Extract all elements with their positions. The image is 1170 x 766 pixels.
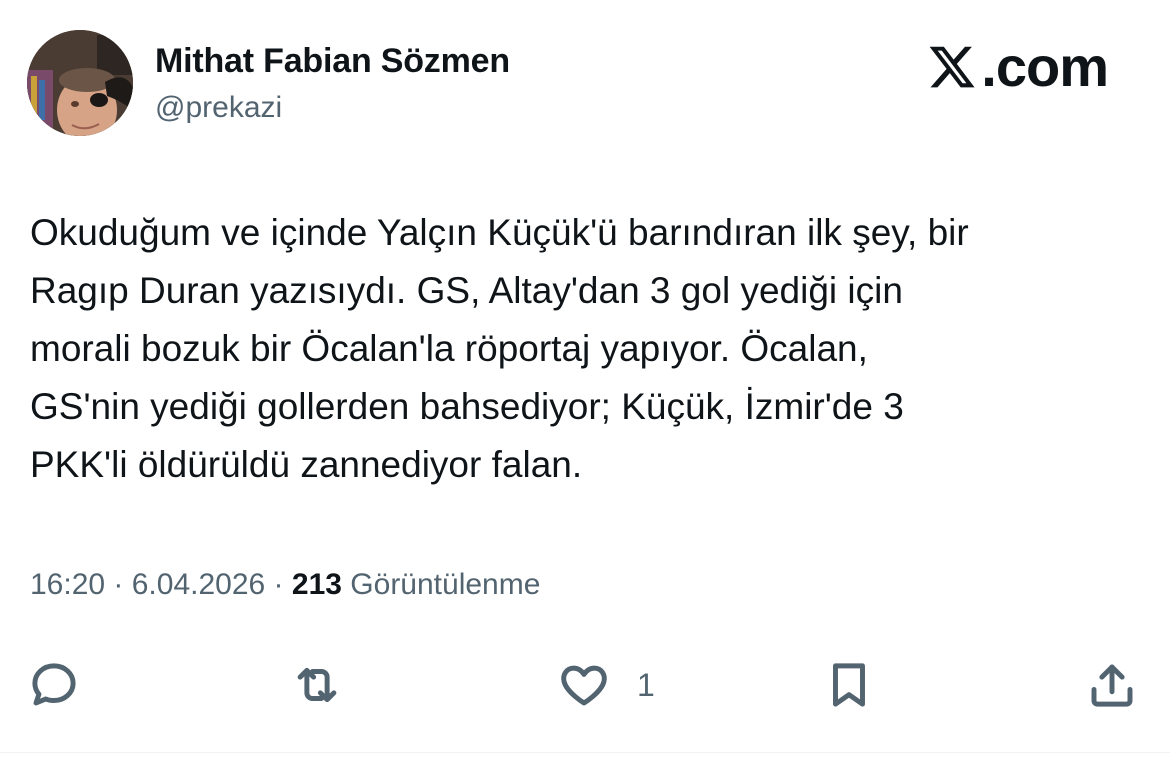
tweet-text: Okuduğum ve içinde Yalçın Küçük'ü barınd… [30, 212, 969, 485]
tweet-meta: 16:20 · 6.04.2026 · 213 Görüntülenme [30, 568, 540, 602]
retweet-icon [297, 667, 337, 703]
author-handle[interactable]: @prekazi [155, 91, 282, 125]
meta-separator: · [105, 568, 132, 601]
x-logo-icon [929, 46, 975, 87]
bookmark-button[interactable] [822, 650, 876, 720]
author-name[interactable]: Mithat Fabian Sözmen [155, 42, 510, 81]
views-label: Görüntülenme [350, 568, 541, 601]
tweet-date[interactable]: 6.04.2026 [132, 568, 265, 601]
avatar-photo [27, 30, 133, 136]
brand-domain: .com [981, 35, 1109, 98]
bookmark-icon [833, 663, 865, 707]
retweet-button[interactable] [290, 650, 344, 720]
action-bar: 1 [0, 650, 1170, 720]
reply-icon [32, 663, 76, 706]
avatar[interactable] [27, 30, 133, 136]
tweet-time[interactable]: 16:20 [30, 568, 105, 601]
meta-separator: · [265, 568, 292, 601]
bottom-divider [0, 752, 1170, 753]
reply-button[interactable] [27, 650, 81, 720]
like-count: 1 [637, 666, 655, 703]
share-icon [1091, 664, 1133, 707]
share-button[interactable] [1085, 650, 1139, 720]
like-button[interactable]: 1 [557, 650, 655, 720]
x-brand-logo: .com [927, 34, 1109, 99]
heart-icon [561, 665, 607, 706]
views-count: 213 [291, 568, 342, 601]
